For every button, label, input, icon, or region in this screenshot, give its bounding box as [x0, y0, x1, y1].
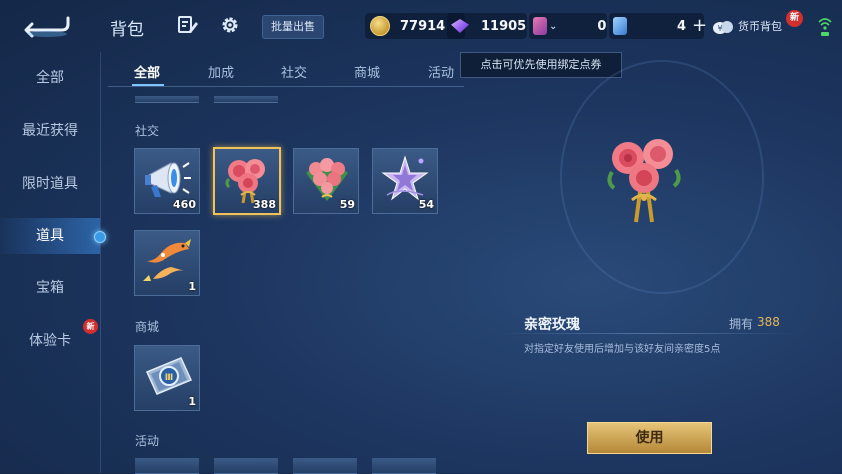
scrolled-tile — [135, 96, 199, 103]
activity-tile[interactable] — [214, 458, 278, 474]
item-count: 1 — [188, 395, 196, 408]
currency-wallet-button[interactable]: ¥ 货币背包 — [712, 14, 782, 38]
tab-boost[interactable]: 加成 — [208, 62, 234, 81]
section-title-activity: 活动 — [135, 434, 160, 448]
sidebar-item-recent[interactable]: 最近获得 — [0, 113, 100, 149]
tab-activity[interactable]: 活动 — [428, 62, 454, 81]
item-count: 460 — [173, 198, 196, 211]
ticket-card-icon: Ⅲ — [145, 357, 193, 395]
item-name: 亲密玫瑰 — [524, 317, 580, 333]
svg-text:¥: ¥ — [717, 24, 722, 33]
tab-social[interactable]: 社交 — [281, 62, 307, 81]
gold-amount: 77914 — [400, 18, 446, 34]
tab-active-underline — [132, 84, 164, 86]
tab-all[interactable]: 全部 — [134, 62, 160, 81]
sidebar-item-props[interactable]: 道具 — [0, 218, 100, 254]
owned-count: 388 — [757, 315, 780, 329]
tooltip: 点击可优先使用绑定点券 — [460, 52, 622, 78]
wifi-signal-icon — [818, 14, 832, 38]
item-count: 388 — [253, 198, 276, 211]
voucher-card-icon — [533, 17, 547, 35]
sidebar-divider — [100, 52, 101, 473]
wallet-label: 货币背包 — [738, 20, 782, 33]
item-tile-rose-bouquet[interactable]: 388 — [213, 147, 281, 215]
megaphone-icon — [145, 162, 191, 197]
section-title-mall: 商城 — [135, 320, 160, 334]
detail-divider — [498, 333, 798, 334]
sidebar-item-all[interactable]: 全部 — [0, 60, 100, 96]
koi-fish-icon — [143, 239, 191, 281]
diamond-amount: 11905 — [481, 18, 527, 34]
wallet-icon: ¥ — [713, 21, 733, 34]
activity-tile[interactable] — [293, 458, 357, 474]
detail-rose-bouquet-icon — [604, 128, 684, 228]
section-title-social: 社交 — [135, 124, 160, 138]
back-arrow-icon[interactable] — [22, 10, 72, 38]
sidebar: 全部 最近获得 限时道具 道具 宝箱 体验卡 — [0, 52, 100, 473]
active-indicator-dot — [94, 231, 106, 243]
chevron-down-icon: ⌄ — [549, 20, 558, 32]
activity-tile[interactable] — [372, 458, 436, 474]
gold-currency: 77914 — [370, 14, 445, 38]
points-currency: 4 + — [613, 14, 707, 38]
diamond-icon — [451, 19, 469, 33]
points-amount: 4 — [677, 18, 687, 34]
item-count: 1 — [188, 280, 196, 293]
item-tile-rose-basket[interactable]: 59 — [293, 148, 359, 214]
top-bar: 背包 批量出售 77914 11905 ⌄ 0 4 + ¥ 货币背包 新 — [0, 0, 842, 52]
owned-label: 拥有 — [729, 317, 754, 331]
add-points-button[interactable]: + — [692, 17, 707, 35]
tab-divider — [108, 86, 464, 87]
trial-new-badge: 新 — [83, 319, 98, 334]
use-button[interactable]: 使用 — [587, 422, 712, 454]
gold-coin-icon — [370, 16, 390, 36]
tab-mall[interactable]: 商城 — [354, 62, 380, 81]
sidebar-item-chests[interactable]: 宝箱 — [0, 270, 100, 306]
svg-text:Ⅲ: Ⅲ — [165, 373, 174, 383]
gear-icon[interactable] — [219, 14, 241, 36]
edit-icon[interactable] — [177, 14, 199, 36]
voucher-amount: 0 — [597, 18, 607, 34]
points-card-icon — [613, 17, 627, 35]
bulk-sell-button[interactable]: 批量出售 — [262, 15, 324, 39]
item-count: 54 — [418, 198, 434, 211]
scrolled-tile — [214, 96, 278, 103]
activity-tile[interactable] — [135, 458, 199, 474]
item-description: 对指定好友使用后增加与该好友间亲密度5点 — [524, 344, 721, 355]
page-title: 背包 — [110, 20, 144, 40]
item-count: 59 — [339, 198, 355, 211]
wallet-new-badge: 新 — [786, 10, 803, 27]
item-tile-star-charm[interactable]: 54 — [372, 148, 438, 214]
item-tile-megaphone[interactable]: 460 — [134, 148, 200, 214]
item-tile-koi-fish[interactable]: 1 — [134, 230, 200, 296]
diamond-currency: 11905 — [451, 14, 526, 38]
sidebar-item-limited[interactable]: 限时道具 — [0, 166, 100, 202]
voucher-currency[interactable]: ⌄ 0 — [533, 14, 606, 38]
item-tile-ticket-card[interactable]: Ⅲ 1 — [134, 345, 200, 411]
